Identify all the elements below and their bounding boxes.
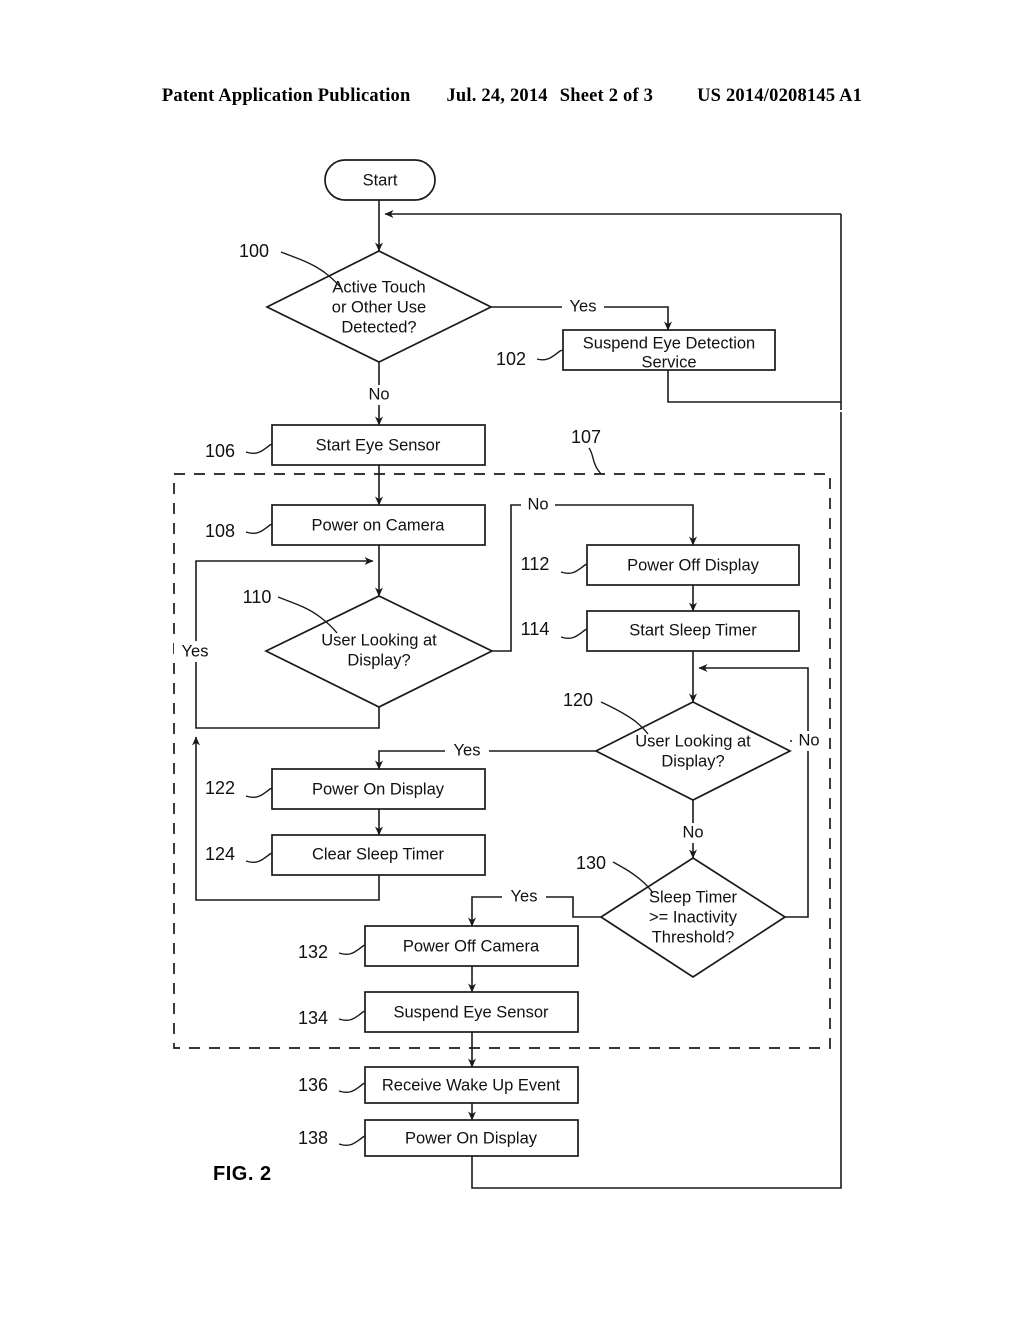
edge-label-100-yes: Yes	[570, 297, 597, 315]
edge-label-130-yes: Yes	[511, 887, 538, 905]
node-100-line1: Active Touch	[332, 278, 425, 296]
edge-label-100-no: No	[368, 385, 389, 403]
node-start-label: Start	[363, 171, 398, 189]
node-108-label: Power on Camera	[312, 516, 446, 534]
leader-107	[588, 447, 602, 475]
node-106-label: Start Eye Sensor	[316, 436, 441, 454]
ref-122: 122	[205, 778, 235, 798]
edge-label-120-no-bottom: No	[682, 823, 703, 841]
node-132-label: Power Off Camera	[403, 937, 540, 955]
leader-122	[245, 787, 273, 798]
ref-110: 110	[243, 587, 272, 607]
node-102-line1: Suspend Eye Detection	[583, 334, 755, 352]
leader-124	[245, 852, 273, 863]
ref-114: 114	[521, 619, 550, 639]
ref-132: 132	[298, 942, 328, 962]
ref-108: 108	[205, 521, 235, 541]
ref-102: 102	[496, 349, 526, 369]
node-120-decision	[594, 701, 792, 801]
edge-label-120-yes: Yes	[454, 741, 481, 759]
edge-130-no-to-120	[785, 741, 809, 918]
leader-138	[338, 1135, 366, 1146]
ref-100: 100	[239, 241, 269, 261]
ref-106: 106	[205, 441, 235, 461]
ref-124: 124	[205, 844, 235, 864]
node-120-line1: User Looking at	[635, 732, 751, 750]
ref-112: 112	[521, 554, 550, 574]
ref-136: 136	[298, 1075, 328, 1095]
node-130-line3: Threshold?	[652, 928, 735, 946]
node-110-line2: Display?	[347, 651, 410, 669]
leader-106	[245, 443, 273, 454]
node-130-line1: Sleep Timer	[649, 888, 738, 906]
node-138-label: Power On Display	[405, 1129, 538, 1147]
leader-102	[536, 349, 564, 361]
node-114-label: Start Sleep Timer	[629, 621, 757, 639]
leader-132	[338, 944, 366, 955]
ref-107: 107	[571, 427, 601, 447]
node-100-line3: Detected?	[341, 318, 416, 336]
node-120-line2: Display?	[661, 752, 724, 770]
node-112-label: Power Off Display	[627, 556, 759, 574]
leader-112	[560, 563, 588, 574]
edge-label-110-no: No	[527, 495, 548, 513]
ref-120: 120	[563, 690, 593, 710]
node-122-label: Power On Display	[312, 780, 445, 798]
flowchart-diagram: Start Active Touch or Other Use Detected…	[173, 159, 842, 1189]
ref-134: 134	[298, 1008, 328, 1028]
node-102-line2: Service	[641, 353, 696, 371]
node-134-label: Suspend Eye Sensor	[393, 1003, 549, 1021]
node-130-line2: >= Inactivity	[649, 908, 738, 926]
leader-108	[245, 523, 273, 534]
ref-138: 138	[298, 1128, 328, 1148]
leader-114	[560, 628, 588, 639]
figure-label: FIG. 2	[213, 1163, 272, 1185]
leader-136	[338, 1082, 366, 1093]
edge-label-110-yes: Yes	[182, 642, 209, 660]
node-100-line2: or Other Use	[332, 298, 426, 316]
ref-130: 130	[576, 853, 606, 873]
leader-134	[338, 1010, 366, 1021]
edge-label-120-no-right: No	[798, 731, 819, 749]
node-124-label: Clear Sleep Timer	[312, 845, 445, 863]
node-110-line1: User Looking at	[321, 631, 437, 649]
edge-102-to-return-bus	[667, 370, 841, 403]
node-136-label: Receive Wake Up Event	[382, 1076, 561, 1094]
patent-figure-page: Patent Application Publication Jul. 24, …	[0, 0, 1024, 1320]
